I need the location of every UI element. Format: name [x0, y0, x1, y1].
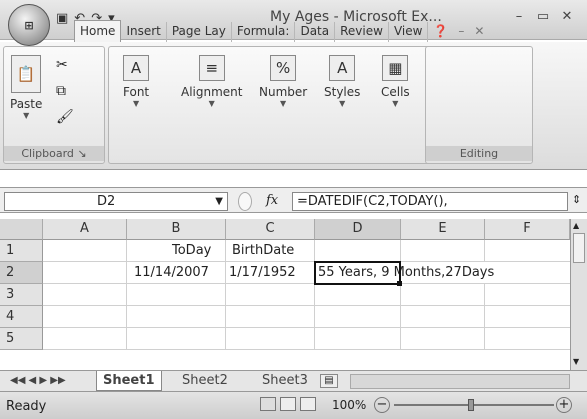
cut-icon[interactable]: ✂ — [56, 57, 68, 73]
sheet-tab-bar: ◀◀ ◀ ▶ ▶▶ Sheet1 Sheet2 Sheet3 ▤ — [0, 370, 587, 391]
styles-button[interactable]: A Styles ▼ — [324, 55, 360, 108]
styles-icon: A — [329, 55, 356, 81]
tab-formulas[interactable]: Formula: — [232, 22, 296, 42]
save-icon[interactable]: ▣ — [56, 11, 68, 26]
editing-group-box: Editing — [425, 46, 533, 164]
active-cell-border — [314, 261, 401, 285]
minimize-button[interactable]: – — [508, 8, 530, 26]
ribbon-minimize-icon[interactable]: – — [453, 22, 469, 42]
zoom-level[interactable]: 100% — [332, 398, 366, 412]
formula-input[interactable]: =DATEDIF(C2,TODAY(), — [292, 192, 568, 211]
column-header[interactable]: F — [485, 219, 570, 240]
page-layout-view-icon[interactable] — [280, 397, 296, 411]
clipboard-group-label: Clipboard ↘ — [4, 146, 104, 161]
paste-button[interactable]: 📋 Paste ▼ — [10, 55, 42, 120]
font-icon: A — [123, 55, 150, 81]
help-icon[interactable]: ❓ — [428, 22, 453, 42]
cells-icon: ▦ — [382, 55, 409, 81]
chevron-down-icon: ▼ — [23, 111, 30, 120]
insert-sheet-icon[interactable]: ▤ — [320, 374, 338, 388]
cell-b2[interactable]: 11/14/2007 — [134, 262, 209, 283]
zoom-out-icon[interactable]: − — [374, 397, 390, 413]
column-header[interactable]: A — [43, 219, 127, 240]
sheet-tab-sheet1[interactable]: Sheet1 — [96, 371, 162, 391]
sheet-tab-sheet2[interactable]: Sheet2 — [176, 371, 234, 391]
copy-icon[interactable]: ⧉ — [56, 83, 66, 99]
clipboard-icon: 📋 — [11, 55, 42, 93]
fx-icon[interactable]: fx — [266, 193, 278, 208]
select-all-button[interactable] — [0, 219, 43, 240]
formula-bar: D2 ▼ fx =DATEDIF(C2,TODAY(), ⇕ — [0, 187, 587, 213]
column-header[interactable]: C — [226, 219, 315, 240]
percent-icon: % — [270, 55, 297, 81]
cell-c1[interactable]: BirthDate — [232, 240, 294, 261]
scroll-down-icon[interactable]: ▼ — [573, 357, 585, 367]
ribbon: 📋 Paste ▼ ✂ ⧉ 🖌 Clipboard ↘ A Font ▼ ≡ A… — [0, 42, 587, 170]
align-icon: ≡ — [198, 55, 225, 81]
column-header[interactable]: E — [401, 219, 485, 240]
cell-b1[interactable]: ToDay — [172, 240, 211, 261]
close-button[interactable]: ✕ — [556, 8, 578, 26]
row-header[interactable]: 1 — [0, 240, 43, 262]
font-button[interactable]: A Font ▼ — [123, 55, 149, 108]
tab-insert[interactable]: Insert — [121, 22, 167, 42]
alignment-button[interactable]: ≡ Alignment ▼ — [181, 55, 242, 108]
zoom-in-icon[interactable]: + — [556, 397, 572, 413]
tab-view[interactable]: View — [389, 22, 429, 42]
cells-button[interactable]: ▦ Cells ▼ — [381, 55, 410, 108]
dialog-launcher-icon[interactable]: ↘ — [77, 147, 86, 160]
vertical-scrollbar[interactable]: ▲ ▼ — [570, 219, 587, 370]
ribbon-tabs: Home Insert Page Lay Formula: Data Revie… — [74, 20, 489, 42]
tab-review[interactable]: Review — [335, 22, 389, 42]
row-header[interactable]: 3 — [0, 284, 43, 306]
row-header[interactable]: 5 — [0, 328, 43, 350]
ribbon-close-icon[interactable]: ✕ — [469, 22, 489, 42]
status-bar: Ready 100% − + — [0, 391, 587, 419]
clipboard-group: 📋 Paste ▼ ✂ ⧉ 🖌 Clipboard ↘ — [3, 46, 105, 164]
office-button[interactable]: ⊞ — [8, 4, 50, 46]
row-header[interactable]: 2 — [0, 262, 43, 284]
tab-home[interactable]: Home — [74, 20, 122, 42]
normal-view-icon[interactable] — [260, 397, 276, 411]
zoom-slider-thumb[interactable] — [468, 399, 474, 411]
name-box[interactable]: D2 ▼ — [4, 192, 228, 211]
scroll-up-icon[interactable]: ▲ — [573, 221, 585, 231]
fill-handle[interactable] — [397, 281, 402, 286]
grid-lines — [43, 240, 570, 350]
column-header[interactable]: D — [315, 219, 401, 240]
zoom-slider[interactable] — [394, 404, 554, 406]
worksheet-grid: A B C D E F 1 2 3 4 5 ToDay BirthDate 11… — [0, 219, 570, 370]
chevron-down-icon[interactable]: ▼ — [215, 193, 223, 210]
tab-page-layout[interactable]: Page Lay — [167, 22, 232, 42]
page-break-view-icon[interactable] — [300, 397, 316, 411]
sheet-nav-icons[interactable]: ◀◀ ◀ ▶ ▶▶ — [4, 371, 72, 391]
editing-group-label: Editing — [426, 146, 532, 161]
number-button[interactable]: % Number ▼ — [259, 55, 307, 108]
maximize-button[interactable]: ▭ — [532, 8, 554, 26]
status-text: Ready — [6, 399, 47, 414]
office-logo-icon: ⊞ — [24, 18, 34, 32]
column-header[interactable]: B — [127, 219, 226, 240]
tab-data[interactable]: Data — [295, 22, 336, 42]
horizontal-scrollbar[interactable] — [350, 374, 570, 389]
expand-formula-icon[interactable]: ⇕ — [572, 193, 581, 206]
sheet-tab-sheet3[interactable]: Sheet3 — [256, 371, 314, 391]
cell-c2[interactable]: 1/17/1952 — [229, 262, 296, 283]
scroll-thumb[interactable] — [573, 233, 585, 263]
formula-bar-handle[interactable] — [238, 192, 252, 211]
format-painter-icon[interactable]: 🖌 — [56, 109, 74, 125]
row-header[interactable]: 4 — [0, 306, 43, 328]
